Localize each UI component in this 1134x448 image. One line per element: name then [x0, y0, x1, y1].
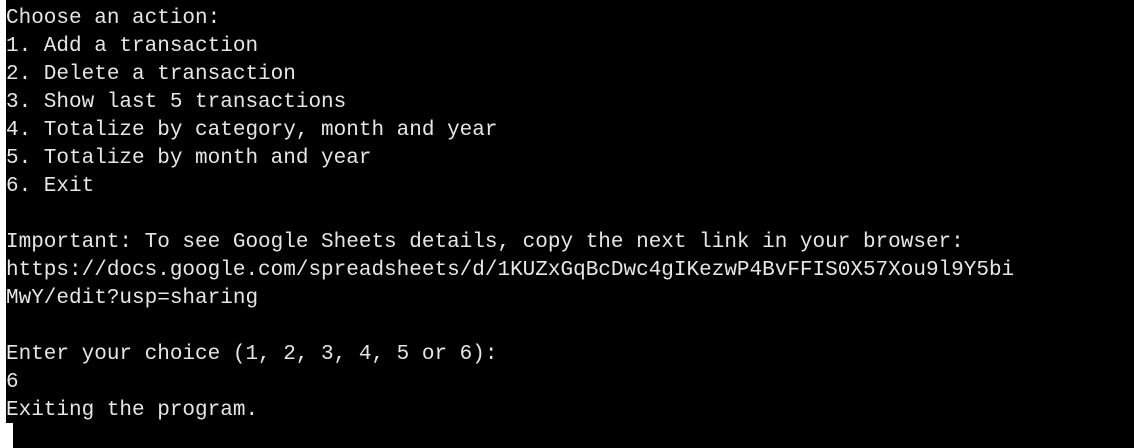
menu-item-add-transaction: 1. Add a transaction: [6, 35, 259, 58]
menu-item-totalize-month-year: 5. Totalize by month and year: [6, 147, 372, 170]
menu-item-delete-transaction: 2. Delete a transaction: [6, 63, 296, 86]
sheet-link-part-2[interactable]: MwY/edit?usp=sharing: [6, 285, 1134, 313]
user-input: 6: [6, 371, 19, 394]
important-note: Important: To see Google Sheets details,…: [6, 231, 964, 254]
choice-prompt: Enter your choice (1, 2, 3, 4, 5 or 6):: [6, 343, 498, 366]
menu-item-exit: 6. Exit: [6, 175, 95, 198]
menu-title: Choose an action:: [6, 7, 221, 30]
exit-message: Exiting the program.: [6, 399, 259, 422]
menu-item-totalize-category: 4. Totalize by category, month and year: [6, 119, 498, 142]
sheet-link-part-1[interactable]: https://docs.google.com/spreadsheets/d/1…: [6, 257, 1134, 285]
menu-item-show-last-transactions: 3. Show last 5 transactions: [6, 91, 347, 114]
terminal-window[interactable]: Choose an action: 1. Add a transaction 2…: [6, 0, 1134, 448]
terminal-cursor: [0, 423, 13, 448]
